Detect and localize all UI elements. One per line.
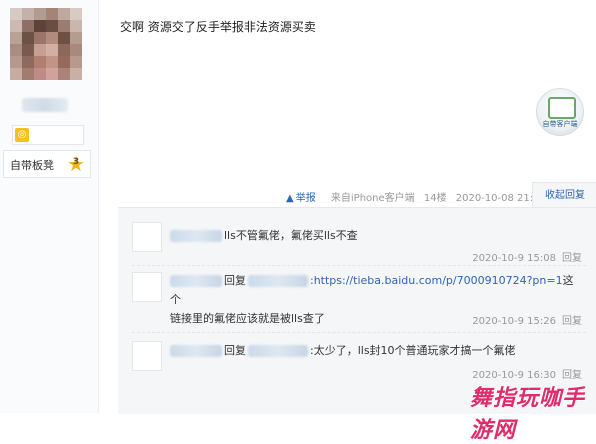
avatar-pixel: [46, 32, 58, 44]
avatar-pixel: [58, 32, 70, 44]
avatar-pixel: [10, 44, 22, 56]
avatar-pixel: [10, 8, 22, 20]
reply-meta: 2020-10-9 15:08 回复: [472, 249, 582, 264]
reply-body: :太少了，lls封10个普通玩家才搞一个氟佬: [310, 344, 516, 357]
avatar-pixel: [70, 56, 82, 68]
collapse-replies-button[interactable]: 收起回复: [532, 182, 596, 209]
avatar-pixel: [70, 20, 82, 32]
site-watermark: 舞指玩咖手游网: [470, 386, 586, 443]
reply-button[interactable]: 回复: [562, 253, 582, 264]
avatar-pixel: [34, 32, 46, 44]
author-badge-row: ◎: [12, 125, 84, 145]
reply-target-blurred[interactable]: [248, 345, 308, 357]
avatar-pixel: [34, 20, 46, 32]
reply-time: 2020-10-9 15:26: [472, 316, 556, 327]
author-sidebar: ◎ 自带板凳 ★ 3: [0, 0, 99, 413]
avatar-pixel: [22, 32, 34, 44]
avatar-pixel: [34, 68, 46, 80]
post-floor: 14楼: [423, 193, 447, 204]
reply-time: 2020-10-9 15:08: [472, 253, 556, 264]
avatar-pixel: [10, 68, 22, 80]
reply-avatar[interactable]: [132, 341, 162, 371]
reply-username-blurred[interactable]: [170, 230, 222, 242]
avatar-pixel: [22, 68, 34, 80]
client-box-icon: [548, 97, 576, 119]
avatar-pixel: [22, 20, 34, 32]
reply-link[interactable]: :https://tieba.baidu.com/p/7000910724?pn…: [310, 274, 563, 287]
reply-username-blurred[interactable]: [170, 345, 222, 357]
reply-avatar[interactable]: [132, 272, 162, 302]
reply-username-blurred[interactable]: [170, 275, 222, 287]
reply-target-blurred[interactable]: [248, 275, 308, 287]
avatar-pixel: [10, 20, 22, 32]
avatar-pixel: [22, 56, 34, 68]
reply-text: 回复 :太少了，lls封10个普通玩家才搞一个氟佬: [170, 341, 580, 360]
report-label: 举报: [295, 193, 316, 204]
avatar-pixel: [46, 44, 58, 56]
client-badge-icon[interactable]: 自带客户端: [536, 88, 584, 136]
level-name: 自带板凳: [10, 159, 54, 172]
reply-avatar[interactable]: [132, 222, 162, 252]
reply-body: lls不管氟佬，氟佬买lls不查: [224, 229, 358, 242]
avatar-pixel: [46, 20, 58, 32]
avatar-pixel: [58, 8, 70, 20]
avatar-pixel: [58, 56, 70, 68]
avatar-pixel: [34, 44, 46, 56]
avatar-pixel: [58, 68, 70, 80]
reply-prefix: 回复: [224, 344, 246, 357]
post-content: 交啊 资源交了反手举报非法资源买卖: [120, 20, 316, 34]
reply-meta: 2020-10-9 15:26 回复: [472, 312, 582, 327]
avatar-pixel: [46, 8, 58, 20]
avatar-pixel: [22, 44, 34, 56]
author-level-badge[interactable]: 自带板凳 ★ 3: [3, 150, 91, 178]
post-tail: ▲ 举报 来自iPhone客户端 14楼 2020-10-08 21:34: [286, 189, 552, 204]
avatar-pixel: [22, 8, 34, 20]
reply-item: 回复 :太少了，lls封10个普通玩家才搞一个氟佬 2020-10-9 16:30…: [118, 333, 596, 383]
report-link[interactable]: ▲ 举报: [286, 193, 322, 204]
avatar-pixel: [34, 8, 46, 20]
avatar-pixel: [34, 56, 46, 68]
avatar-pixel: [70, 8, 82, 20]
author-avatar[interactable]: [10, 8, 82, 80]
avatar-pixel: [58, 44, 70, 56]
reply-text: lls不管氟佬，氟佬买lls不查: [170, 226, 580, 245]
warning-icon: ▲: [286, 193, 294, 204]
post-source: 来自iPhone客户端: [330, 193, 415, 204]
reply-body-line2: 链接里的氟佬应该就是被lls查了: [170, 312, 325, 325]
reply-button[interactable]: 回复: [562, 316, 582, 327]
reply-meta: 2020-10-9 16:30 回复: [472, 366, 582, 381]
reply-item: lls不管氟佬，氟佬买lls不查 2020-10-9 15:08 回复: [118, 216, 596, 266]
author-username-blurred[interactable]: [22, 98, 68, 112]
avatar-pixel: [10, 56, 22, 68]
avatar-pixel: [70, 32, 82, 44]
member-badge-icon[interactable]: ◎: [15, 128, 29, 142]
avatar-pixel: [70, 68, 82, 80]
avatar-pixel: [46, 68, 58, 80]
reply-prefix: 回复: [224, 274, 246, 287]
client-badge-text: 自带客户端: [542, 120, 578, 128]
reply-item: 回复 :https://tieba.baidu.com/p/7000910724?…: [118, 266, 596, 330]
avatar-pixel: [58, 20, 70, 32]
level-number: 3: [72, 157, 80, 167]
avatar-pixel: [46, 56, 58, 68]
avatar-pixel: [10, 32, 22, 44]
avatar-pixel: [70, 44, 82, 56]
